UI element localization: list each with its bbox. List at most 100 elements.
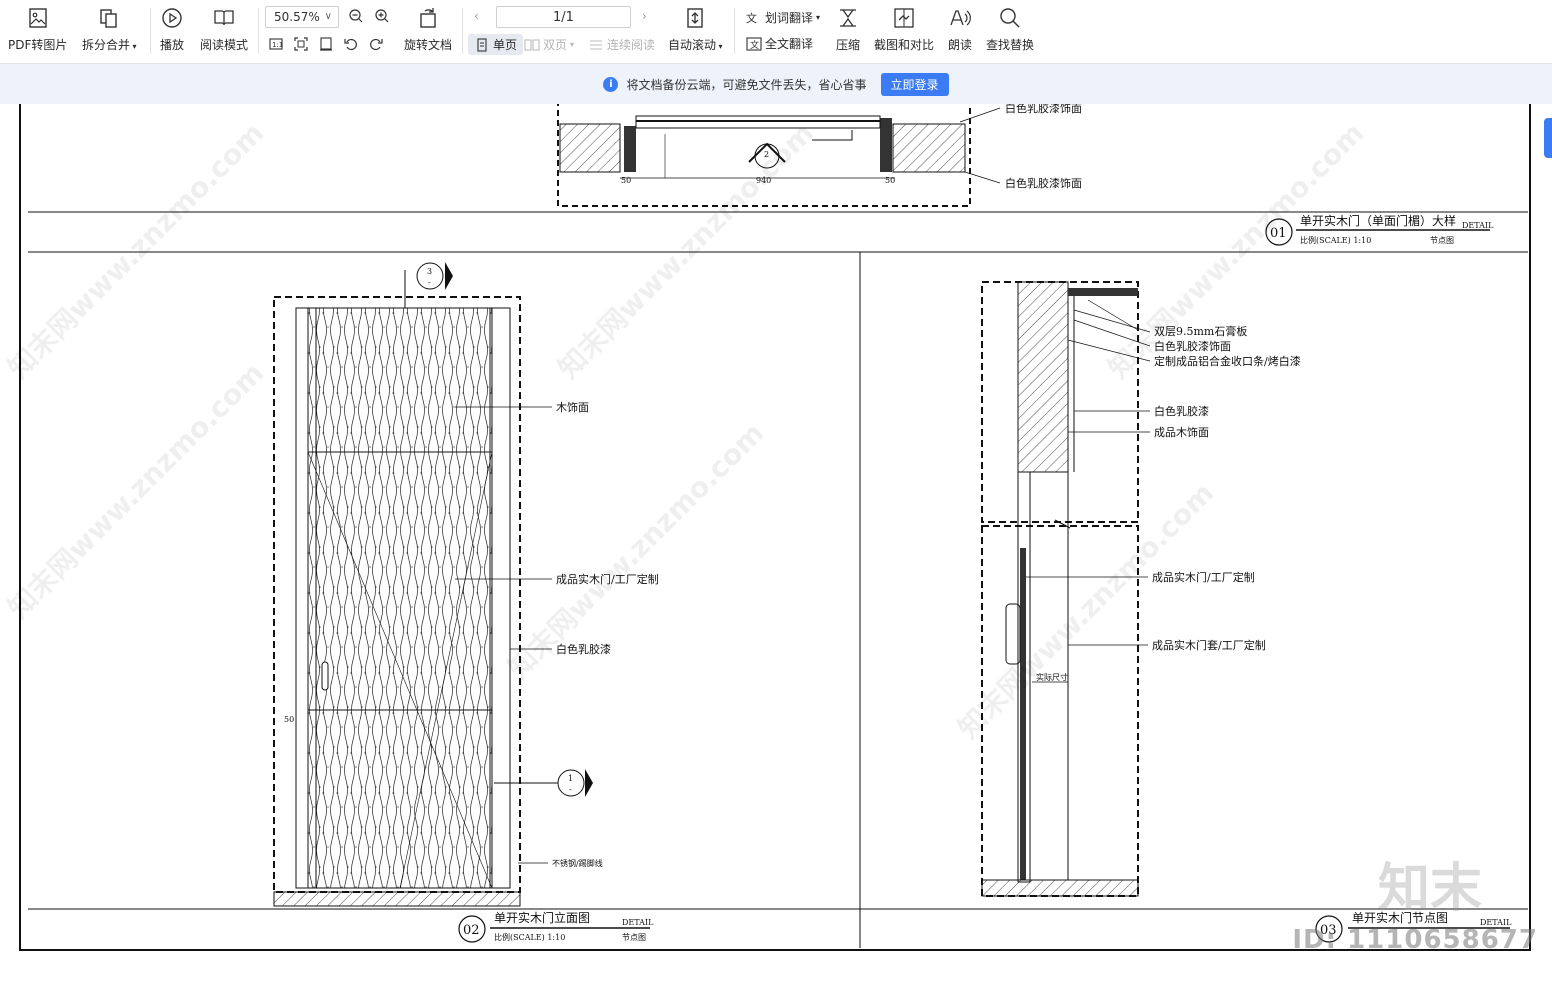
- chevron-down-icon: ▾: [570, 40, 575, 49]
- rotate-left-icon: [344, 38, 357, 51]
- fit-page-button[interactable]: [293, 36, 309, 52]
- chevron-down-icon: ▾: [716, 42, 723, 51]
- document-canvas: 940 50 50 2 白色乳胶漆饰面 白色乳胶漆饰面 01 单开实木门（单面门…: [0, 104, 1552, 983]
- screenshot-icon: [894, 8, 914, 28]
- search-icon: [1000, 8, 1020, 28]
- detail-title: 单开实木门立面图: [494, 910, 590, 925]
- zoom-out-button[interactable]: [348, 8, 364, 24]
- next-page-button[interactable]: ›: [642, 9, 647, 23]
- title-block-01: 01 单开实木门（单面门楣）大样 DETAIL 比例(SCALE) 1:10 节…: [1265, 213, 1494, 246]
- zoom-in-button[interactable]: [374, 8, 390, 24]
- auto-scroll-icon: [687, 8, 703, 28]
- continuous-read-button[interactable]: 连续阅读: [588, 36, 655, 53]
- detail-type: 节点图: [1430, 236, 1454, 245]
- double-page-icon: [524, 38, 540, 51]
- word-translate-button[interactable]: 文 划词翻译 ▾: [746, 9, 820, 26]
- speaker-icon: [950, 10, 971, 26]
- separator: [462, 8, 463, 54]
- marker-dash: -: [428, 278, 431, 287]
- callout-label: 白色乳胶漆: [1154, 404, 1209, 418]
- rotate-doc-button[interactable]: 旋转文档: [404, 4, 452, 58]
- callout-label: 定制成品铝合金收口条/烤白漆: [1154, 354, 1301, 368]
- single-page-icon: [477, 37, 487, 52]
- play-button[interactable]: 播放: [160, 4, 184, 58]
- prev-page-button[interactable]: ‹: [474, 9, 479, 23]
- detail-title: 单开实木门（单面门楣）大样: [1300, 213, 1456, 228]
- svg-text:文: 文: [750, 39, 759, 51]
- callout-label: 成品实木门套/工厂定制: [1152, 638, 1266, 652]
- rotate-right-icon: [370, 38, 383, 51]
- full-translate-button[interactable]: 文 全文翻译: [746, 35, 813, 52]
- detail-tag: DETAIL: [622, 918, 654, 927]
- image-icon: [28, 8, 47, 28]
- screenshot-compare-button[interactable]: 截图和对比: [874, 4, 934, 58]
- plan-detail: 940 50 50 2 白色乳胶漆饰面 白色乳胶漆饰面: [557, 104, 1082, 207]
- full-translate-icon: 文: [746, 36, 762, 51]
- detail-scale: 比例(SCALE) 1:10: [1300, 235, 1371, 245]
- compress-icon: [840, 9, 856, 27]
- pdf-to-image-button[interactable]: PDF转图片: [8, 4, 67, 58]
- watermark-text: 知末网www.znzmo.com: [952, 476, 1221, 745]
- detail-type: 节点图: [622, 933, 646, 942]
- cad-drawing: 940 50 50 2 白色乳胶漆饰面 白色乳胶漆饰面 01 单开实木门（单面门…: [2, 104, 1531, 951]
- zoom-select[interactable]: 50.57% ∨: [265, 6, 339, 28]
- detail-number: 02: [463, 923, 480, 938]
- callout-label: 成品木饰面: [1154, 425, 1209, 439]
- double-page-button[interactable]: 双页 ▾: [524, 36, 574, 53]
- side-panel-toggle[interactable]: [1544, 118, 1552, 158]
- zoom-in-icon: [375, 9, 389, 23]
- resource-id: ID: 1110658677: [1292, 925, 1538, 955]
- read-mode-button[interactable]: 阅读模式: [200, 4, 248, 58]
- detail-tag: DETAIL: [1462, 221, 1494, 230]
- dimension-label: 50: [621, 176, 631, 185]
- detail-scale: 比例(SCALE) 1:10: [494, 932, 565, 942]
- auto-scroll-button[interactable]: 自动滚动 ▾: [668, 4, 723, 58]
- dimension-label: 50: [885, 176, 895, 185]
- notice-message: 将文档备份云端，可避免文件丢失，省心省事: [626, 77, 867, 92]
- split-merge-button[interactable]: 拆分合并 ▾: [82, 4, 137, 58]
- translate-icon: 文: [746, 11, 757, 25]
- compress-button[interactable]: 压缩: [836, 4, 860, 58]
- chevron-right-icon: ›: [642, 9, 647, 23]
- title-block-02: 02 单开实木门立面图 DETAIL 比例(SCALE) 1:10 节点图: [458, 910, 654, 943]
- chevron-left-icon: ‹: [474, 9, 479, 23]
- callout-label: 白色乳胶漆饰面: [1005, 104, 1082, 115]
- section-marker-1: 1: [568, 774, 573, 783]
- rotate-doc-icon: [420, 8, 436, 28]
- read-aloud-button[interactable]: 朗读: [948, 4, 972, 58]
- watermark-text: 知末网www.znzmo.com: [2, 356, 271, 625]
- svg-text:文: 文: [746, 11, 757, 25]
- rotate-left-button[interactable]: [343, 36, 359, 52]
- continuous-icon: [590, 39, 602, 50]
- brand-logo: 知末: [1377, 859, 1482, 919]
- fit-width-icon: [320, 37, 332, 51]
- watermark-text: 知末网www.znzmo.com: [1102, 116, 1371, 385]
- actual-size-button[interactable]: 1:1: [268, 36, 284, 52]
- single-page-button[interactable]: 单页: [468, 34, 524, 55]
- actual-size-icon: 1:1: [269, 38, 283, 50]
- rotate-right-button[interactable]: [368, 36, 384, 52]
- find-replace-button[interactable]: 查找替换: [986, 4, 1034, 58]
- zoom-out-icon: [349, 9, 363, 23]
- section-marker-3: 3: [427, 267, 432, 276]
- marker-dash: -: [569, 785, 572, 794]
- dimension-label: 50: [284, 715, 294, 724]
- split-merge-icon: [100, 9, 117, 28]
- login-button[interactable]: 立即登录: [880, 72, 949, 96]
- fit-width-button[interactable]: [318, 36, 334, 52]
- callout-label: 成品实木门/工厂定制: [1152, 570, 1255, 584]
- chevron-down-icon: ▾: [130, 42, 137, 51]
- chevron-down-icon: ▾: [816, 13, 821, 22]
- page-frame: [19, 104, 1531, 951]
- separator: [734, 8, 735, 54]
- svg-text:1:1: 1:1: [272, 41, 283, 49]
- callout-label: 木饰面: [556, 400, 589, 414]
- watermark-text: 知末网www.znzmo.com: [2, 116, 271, 385]
- page-number-input[interactable]: 1/1: [496, 6, 631, 28]
- callout-label: 白色乳胶漆饰面: [1005, 176, 1082, 190]
- toolbar: PDF转图片 拆分合并 ▾ 播放 阅读模式 50.57% ∨ 1:1 旋转文档: [0, 0, 1552, 64]
- cloud-backup-notice: i 将文档备份云端，可避免文件丢失，省心省事 立即登录: [0, 64, 1552, 104]
- watermark-text: 知末网www.znzmo.com: [502, 416, 771, 685]
- info-icon: i: [603, 76, 619, 92]
- door-section: 双层9.5mm石膏板 白色乳胶漆饰面 定制成品铝合金收口条/烤白漆 白色乳胶漆 …: [981, 281, 1301, 897]
